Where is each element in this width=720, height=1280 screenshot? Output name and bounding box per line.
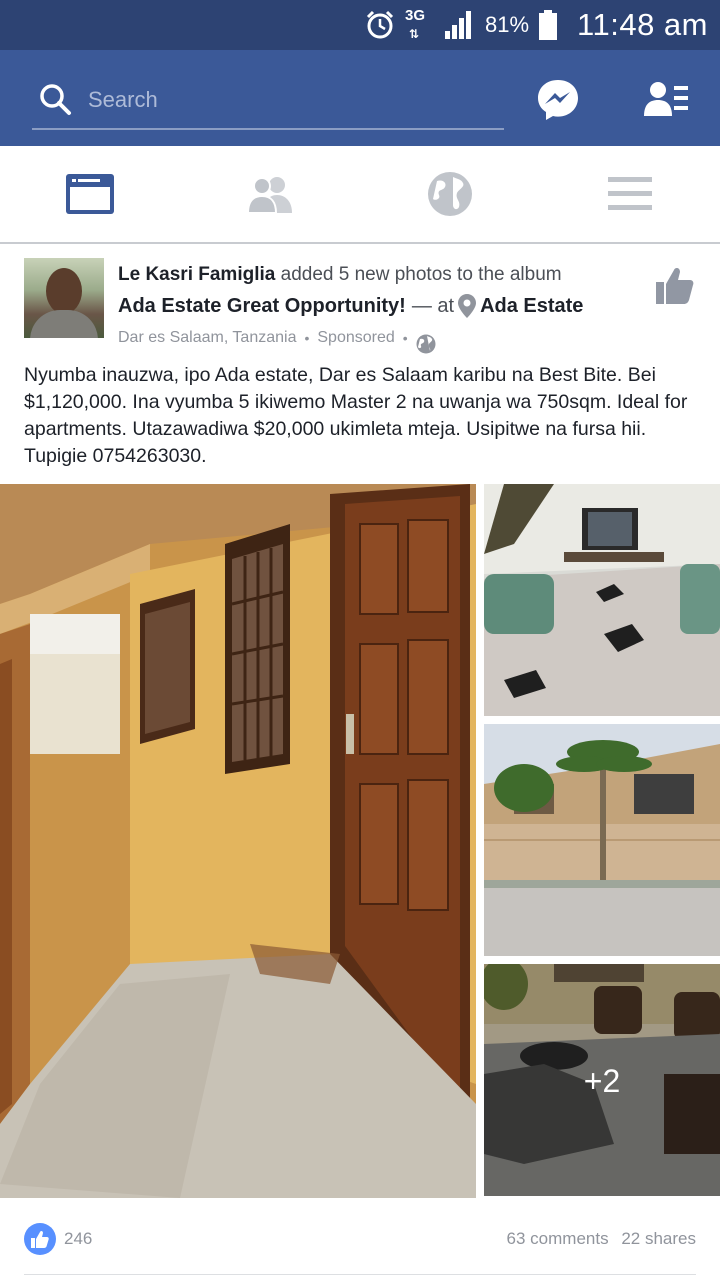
avatar-face: [46, 268, 82, 314]
status-bar: 3G ⇅ 81% 11:48 am: [0, 0, 720, 50]
tab-news-feed[interactable]: [0, 146, 180, 242]
network-type: 3G: [405, 7, 426, 24]
data-arrows-icon: ⇅: [409, 27, 420, 41]
globe-icon: [428, 172, 472, 216]
album-line: Ada Estate Great Opportunity! — at Ada E…: [118, 294, 583, 318]
shares-count[interactable]: 22 shares: [621, 1229, 696, 1248]
at-text: — at: [411, 294, 455, 317]
tab-more[interactable]: [540, 146, 720, 242]
location-pin-icon: [458, 294, 477, 318]
avatar-body: [30, 310, 98, 338]
tab-notifications[interactable]: [360, 146, 540, 242]
living-room-photo: [484, 484, 720, 716]
corridor-photo: [0, 484, 476, 1198]
photo-sitting-room[interactable]: +2: [484, 964, 720, 1196]
avatar[interactable]: [24, 258, 104, 338]
post-action: added 5 new photos to the album: [280, 264, 562, 285]
exterior-photo: [484, 724, 720, 956]
news-feed-icon: [66, 174, 114, 214]
album-link[interactable]: Ada Estate Great Opportunity!: [118, 295, 406, 318]
post-header: Le Kasri Famiglia added 5 new photos to …: [118, 264, 562, 286]
menu-icon: [608, 177, 652, 210]
like-reaction-icon: [24, 1223, 56, 1255]
alarm-icon: [366, 10, 394, 39]
public-globe-icon: [416, 334, 436, 354]
clock: 11:48 am: [577, 7, 708, 42]
post-meta: Dar es Salaam, Tanzania • Sponsored •: [118, 322, 436, 354]
author-name[interactable]: Le Kasri Famiglia: [118, 264, 275, 285]
more-photos-count: +2: [583, 1062, 621, 1099]
photo-main[interactable]: [0, 484, 476, 1198]
search-input[interactable]: [88, 80, 488, 120]
battery-icon: [539, 10, 558, 40]
more-photos-overlay[interactable]: +2: [484, 964, 720, 1196]
tab-friends[interactable]: [180, 146, 360, 242]
photo-exterior[interactable]: [484, 724, 720, 956]
divider: [24, 1274, 696, 1275]
network-indicator: 3G ⇅: [405, 8, 433, 42]
comments-count[interactable]: 63 comments: [507, 1229, 609, 1248]
friends-icon: [246, 177, 292, 213]
post-location: Dar es Salaam, Tanzania: [118, 329, 297, 346]
app-bar: [0, 50, 720, 146]
like-count: 246: [64, 1229, 93, 1248]
messenger-icon[interactable]: [536, 78, 580, 122]
feed-post: Le Kasri Famiglia added 5 new photos to …: [0, 244, 720, 1280]
photo-living-room[interactable]: [484, 484, 720, 716]
search-bar[interactable]: [32, 74, 504, 130]
separator-dot: •: [304, 330, 310, 346]
signal-icon: [445, 11, 471, 39]
tab-bar: [0, 146, 720, 244]
sponsored-label: Sponsored: [317, 329, 395, 346]
friend-requests-icon[interactable]: [644, 80, 690, 118]
battery-percent: 81%: [485, 12, 530, 37]
post-text: Nyumba inauzwa, ipo Ada estate, Dar es S…: [24, 364, 688, 467]
reactions-summary[interactable]: 246: [24, 1222, 92, 1256]
like-page-icon[interactable]: [656, 264, 694, 304]
search-icon[interactable]: [38, 82, 72, 116]
place-link[interactable]: Ada Estate: [480, 295, 583, 318]
engagement-stats: 63 comments 22 shares: [507, 1229, 696, 1249]
separator-dot: •: [402, 330, 408, 346]
